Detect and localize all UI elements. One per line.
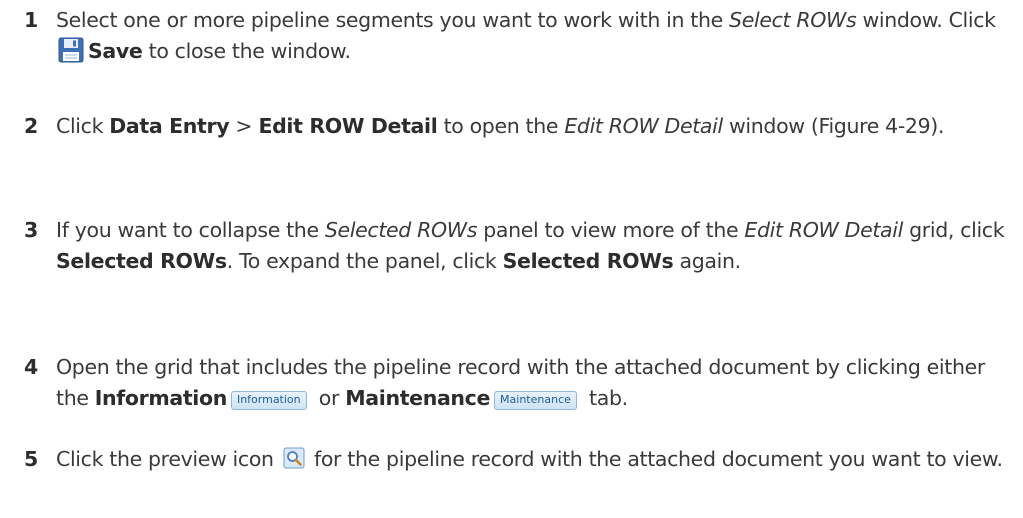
step-5: 5 Click the preview icon for the pipelin… xyxy=(24,444,1014,475)
step-text: Click Data Entry > Edit ROW Detail to op… xyxy=(56,111,1014,142)
step-text-segment: Select one or more pipeline segments you… xyxy=(56,8,730,32)
grid-name: Edit ROW Detail xyxy=(744,218,903,242)
panel-name: Selected ROWs xyxy=(324,218,478,242)
step-2: 2 Click Data Entry > Edit ROW Detail to … xyxy=(24,111,1014,142)
step-number: 5 xyxy=(24,447,38,471)
save-label: Save xyxy=(88,39,143,63)
step-number: 3 xyxy=(24,218,38,242)
preview-icon xyxy=(283,447,305,469)
step-text: Select one or more pipeline segments you… xyxy=(56,5,1014,67)
step-number: 1 xyxy=(24,8,38,32)
step-text: Open the grid that includes the pipeline… xyxy=(56,352,1014,414)
step-text-segment: Click xyxy=(56,114,110,138)
step-1: 1 Select one or more pipeline segments y… xyxy=(24,5,1014,67)
step-3: 3 If you want to collapse the Selected R… xyxy=(24,215,1014,277)
step-text-segment: grid, click xyxy=(902,218,1005,242)
tab-information: Information xyxy=(230,391,307,410)
step-text-segment: or xyxy=(312,386,346,410)
step-text-segment: Click the preview icon xyxy=(56,447,280,471)
step-text: If you want to collapse the Selected ROW… xyxy=(56,215,1014,277)
step-text-segment: tab. xyxy=(582,386,628,410)
maintenance-label: Maintenance xyxy=(345,386,491,410)
selected-rows-label: Selected ROWs xyxy=(56,249,227,273)
menu-data-entry: Data Entry xyxy=(109,114,230,138)
step-text-segment: panel to view more of the xyxy=(477,218,745,242)
step-text-segment: If you want to collapse the xyxy=(56,218,325,242)
step-text-segment: for the pipeline record with the attache… xyxy=(307,447,1003,471)
step-text: Click the preview icon for the pipeline … xyxy=(56,444,1014,475)
step-text-segment: again. xyxy=(673,249,742,273)
information-label: Information xyxy=(94,386,228,410)
window-name: Edit ROW Detail xyxy=(564,114,723,138)
step-text-segment: to close the window. xyxy=(142,39,351,63)
step-4: 4 Open the grid that includes the pipeli… xyxy=(24,352,1014,414)
step-text-segment: window. Click xyxy=(856,8,996,32)
tab-maintenance: Maintenance xyxy=(494,391,577,410)
selected-rows-label: Selected ROWs xyxy=(502,249,674,273)
step-number: 2 xyxy=(24,114,38,138)
step-text-segment: . To expand the panel, click xyxy=(226,249,503,273)
step-text-segment: > xyxy=(229,114,259,138)
menu-edit-row-detail: Edit ROW Detail xyxy=(258,114,438,138)
step-text-segment: window (Figure 4-29). xyxy=(722,114,945,138)
window-name: Select ROWs xyxy=(729,8,857,32)
save-icon xyxy=(58,37,84,63)
step-number: 4 xyxy=(24,355,38,379)
step-text-segment: to open the xyxy=(437,114,565,138)
